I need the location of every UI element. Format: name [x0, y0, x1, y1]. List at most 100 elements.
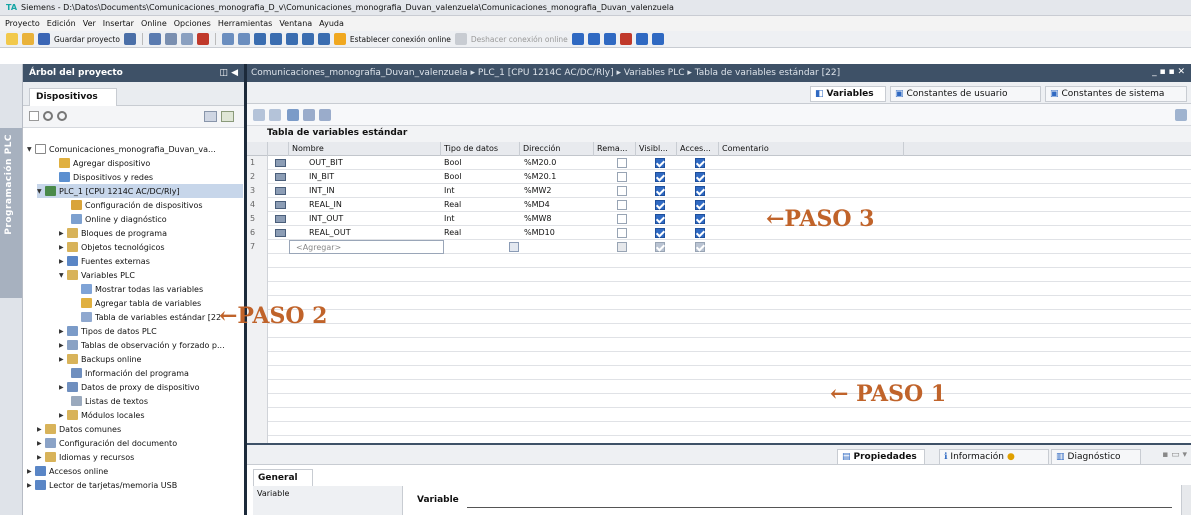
cell-nombre[interactable]: INT_IN — [309, 186, 335, 195]
tree-item-configuracion-dispositivos[interactable]: Configuración de dispositivos — [71, 198, 203, 212]
collapse-panel-icon[interactable]: ◫ ◀ — [219, 68, 238, 78]
checkbox-remanencia[interactable] — [617, 214, 627, 224]
checkbox-remanencia[interactable] — [617, 186, 627, 196]
cell-direccion[interactable]: %MW2 — [524, 186, 552, 195]
cell-direccion[interactable]: %M20.0 — [524, 158, 556, 167]
expand-arrow-icon[interactable]: ▶ — [59, 412, 67, 419]
accessible-devices-icon[interactable] — [571, 33, 584, 45]
tree-item-fuentes-externas[interactable]: ▶ Fuentes externas — [59, 254, 150, 268]
new-folder-icon[interactable] — [29, 111, 39, 121]
expand-arrow-icon[interactable]: ▶ — [27, 468, 35, 475]
connect-online-icon[interactable] — [333, 33, 346, 45]
disconnect-online-button[interactable]: Deshacer conexión online — [471, 35, 568, 44]
menu-ayuda[interactable]: Ayuda — [319, 19, 344, 28]
tab-diagnostico[interactable]: ▥ Diagnóstico — [1051, 449, 1141, 465]
expand-arrow-icon[interactable]: ▶ — [59, 258, 67, 265]
tree-item-online-diagnostico[interactable]: Online y diagnóstico — [71, 212, 167, 226]
tab-informacion[interactable]: ℹ Información ● — [939, 449, 1049, 465]
download-icon[interactable] — [285, 33, 298, 45]
upload-icon[interactable] — [301, 33, 314, 45]
checkbox-remanencia[interactable] — [617, 200, 627, 210]
tree-view-icon[interactable] — [204, 111, 217, 122]
export-icon[interactable] — [287, 109, 299, 121]
menu-ventana[interactable]: Ventana — [279, 19, 312, 28]
cell-tipo[interactable]: Bool — [444, 158, 462, 167]
cell-tipo[interactable]: Bool — [444, 172, 462, 181]
expand-arrow-icon[interactable]: ▶ — [37, 426, 45, 433]
menu-ver[interactable]: Ver — [83, 19, 96, 28]
delete-icon[interactable] — [196, 33, 209, 45]
inspector-scrollbar[interactable] — [1181, 485, 1191, 515]
tree-item-idiomas-recursos[interactable]: ▶ Idiomas y recursos — [37, 450, 134, 464]
expand-arrow-icon[interactable]: ▶ — [27, 482, 35, 489]
column-tipo-datos[interactable]: Tipo de datos — [441, 142, 520, 156]
table-row-add[interactable]: 7 <Agregar> — [247, 240, 1191, 254]
tree-item-project[interactable]: ▼ Comunicaciones_monografia_Duvan_va... — [27, 142, 216, 156]
checkbox-accesible[interactable] — [695, 228, 705, 238]
expand-arrow-icon[interactable]: ▶ — [59, 328, 67, 335]
add-row-icon[interactable] — [269, 109, 281, 121]
compile-icon[interactable] — [269, 33, 282, 45]
checkbox-remanencia[interactable] — [617, 172, 627, 182]
panel-toggle-icon[interactable] — [1175, 109, 1187, 121]
checkbox-visible[interactable] — [655, 214, 665, 224]
tree-item-datos-proxy[interactable]: ▶ Datos de proxy de dispositivo — [59, 380, 200, 394]
column-direccion[interactable]: Dirección — [520, 142, 594, 156]
inspector-window-controls-icon[interactable]: ▪ ▭ ▾ — [1162, 450, 1187, 460]
data-type-picker-icon[interactable] — [509, 242, 519, 252]
expand-arrow-icon[interactable]: ▶ — [37, 454, 45, 461]
tree-item-variables-plc[interactable]: ▼ Variables PLC — [59, 268, 135, 282]
column-comentario[interactable]: Comentario — [719, 142, 904, 156]
split-vertical-icon[interactable] — [651, 33, 664, 45]
forward-icon[interactable] — [57, 111, 67, 121]
expand-arrow-icon[interactable]: ▼ — [27, 146, 35, 153]
checkbox-remanencia[interactable] — [617, 242, 627, 252]
table-row[interactable]: 4 REAL_IN Real %MD4 — [247, 198, 1191, 212]
tree-item-configuracion-documento[interactable]: ▶ Configuración del documento — [37, 436, 177, 450]
tree-item-dispositivos-redes[interactable]: Dispositivos y redes — [59, 170, 153, 184]
expand-arrow-icon[interactable]: ▶ — [59, 356, 67, 363]
checkbox-visible[interactable] — [655, 158, 665, 168]
tree-item-mostrar-variables[interactable]: Mostrar todas las variables — [81, 282, 203, 296]
expand-arrow-icon[interactable]: ▼ — [37, 188, 45, 195]
table-row[interactable]: 2 IN_BIT Bool %M20.1 — [247, 170, 1191, 184]
menu-edicion[interactable]: Edición — [47, 19, 76, 28]
menu-online[interactable]: Online — [141, 19, 167, 28]
column-visible[interactable]: Visibl... — [636, 142, 677, 156]
tree-item-agregar-tabla[interactable]: Agregar tabla de variables — [81, 296, 201, 310]
tree-item-modulos-locales[interactable]: ▶ Módulos locales — [59, 408, 145, 422]
tab-dispositivos[interactable]: Dispositivos — [29, 88, 117, 106]
tab-constantes-usuario[interactable]: ▣ Constantes de usuario — [890, 86, 1041, 102]
undo-icon[interactable] — [221, 33, 234, 45]
start-cpu-icon[interactable] — [587, 33, 600, 45]
inspector-nav-variable[interactable]: Variable — [253, 486, 403, 515]
tree-item-plc1[interactable]: ▼ PLC_1 [CPU 1214C AC/DC/Rly] — [37, 184, 243, 198]
checkbox-accesible[interactable] — [695, 242, 705, 252]
paste-icon[interactable] — [180, 33, 193, 45]
checkbox-visible[interactable] — [655, 228, 665, 238]
tab-variables[interactable]: ◧ Variables — [810, 86, 886, 102]
tab-general[interactable]: General — [253, 469, 313, 486]
expand-arrow-icon[interactable]: ▶ — [59, 244, 67, 251]
save-project-button[interactable]: Guardar proyecto — [54, 35, 120, 44]
cell-tipo[interactable]: Int — [444, 186, 455, 195]
tree-item-objetos-tecnologicos[interactable]: ▶ Objetos tecnológicos — [59, 240, 165, 254]
menu-herramientas[interactable]: Herramientas — [218, 19, 273, 28]
stop-cpu-icon[interactable] — [603, 33, 616, 45]
checkbox-accesible[interactable] — [695, 200, 705, 210]
tree-item-listas-textos[interactable]: Listas de textos — [71, 394, 148, 408]
expand-arrow-icon[interactable]: ▼ — [59, 272, 67, 279]
checkbox-visible[interactable] — [655, 172, 665, 182]
print-icon[interactable] — [123, 33, 136, 45]
column-accesible[interactable]: Acces... — [677, 142, 719, 156]
tree-item-tabla-estandar[interactable]: Tabla de variables estándar [22 — [81, 310, 221, 324]
save-icon[interactable] — [38, 33, 50, 45]
disconnect-online-icon[interactable] — [454, 33, 467, 45]
filter-icon[interactable] — [319, 109, 331, 121]
cell-nombre[interactable]: REAL_OUT — [309, 228, 351, 237]
split-horizontal-icon[interactable] — [635, 33, 648, 45]
cell-direccion[interactable]: %MD10 — [524, 228, 555, 237]
cell-tipo[interactable]: Real — [444, 200, 461, 209]
cell-nombre[interactable]: IN_BIT — [309, 172, 334, 181]
split-editor-icon[interactable] — [253, 33, 266, 45]
